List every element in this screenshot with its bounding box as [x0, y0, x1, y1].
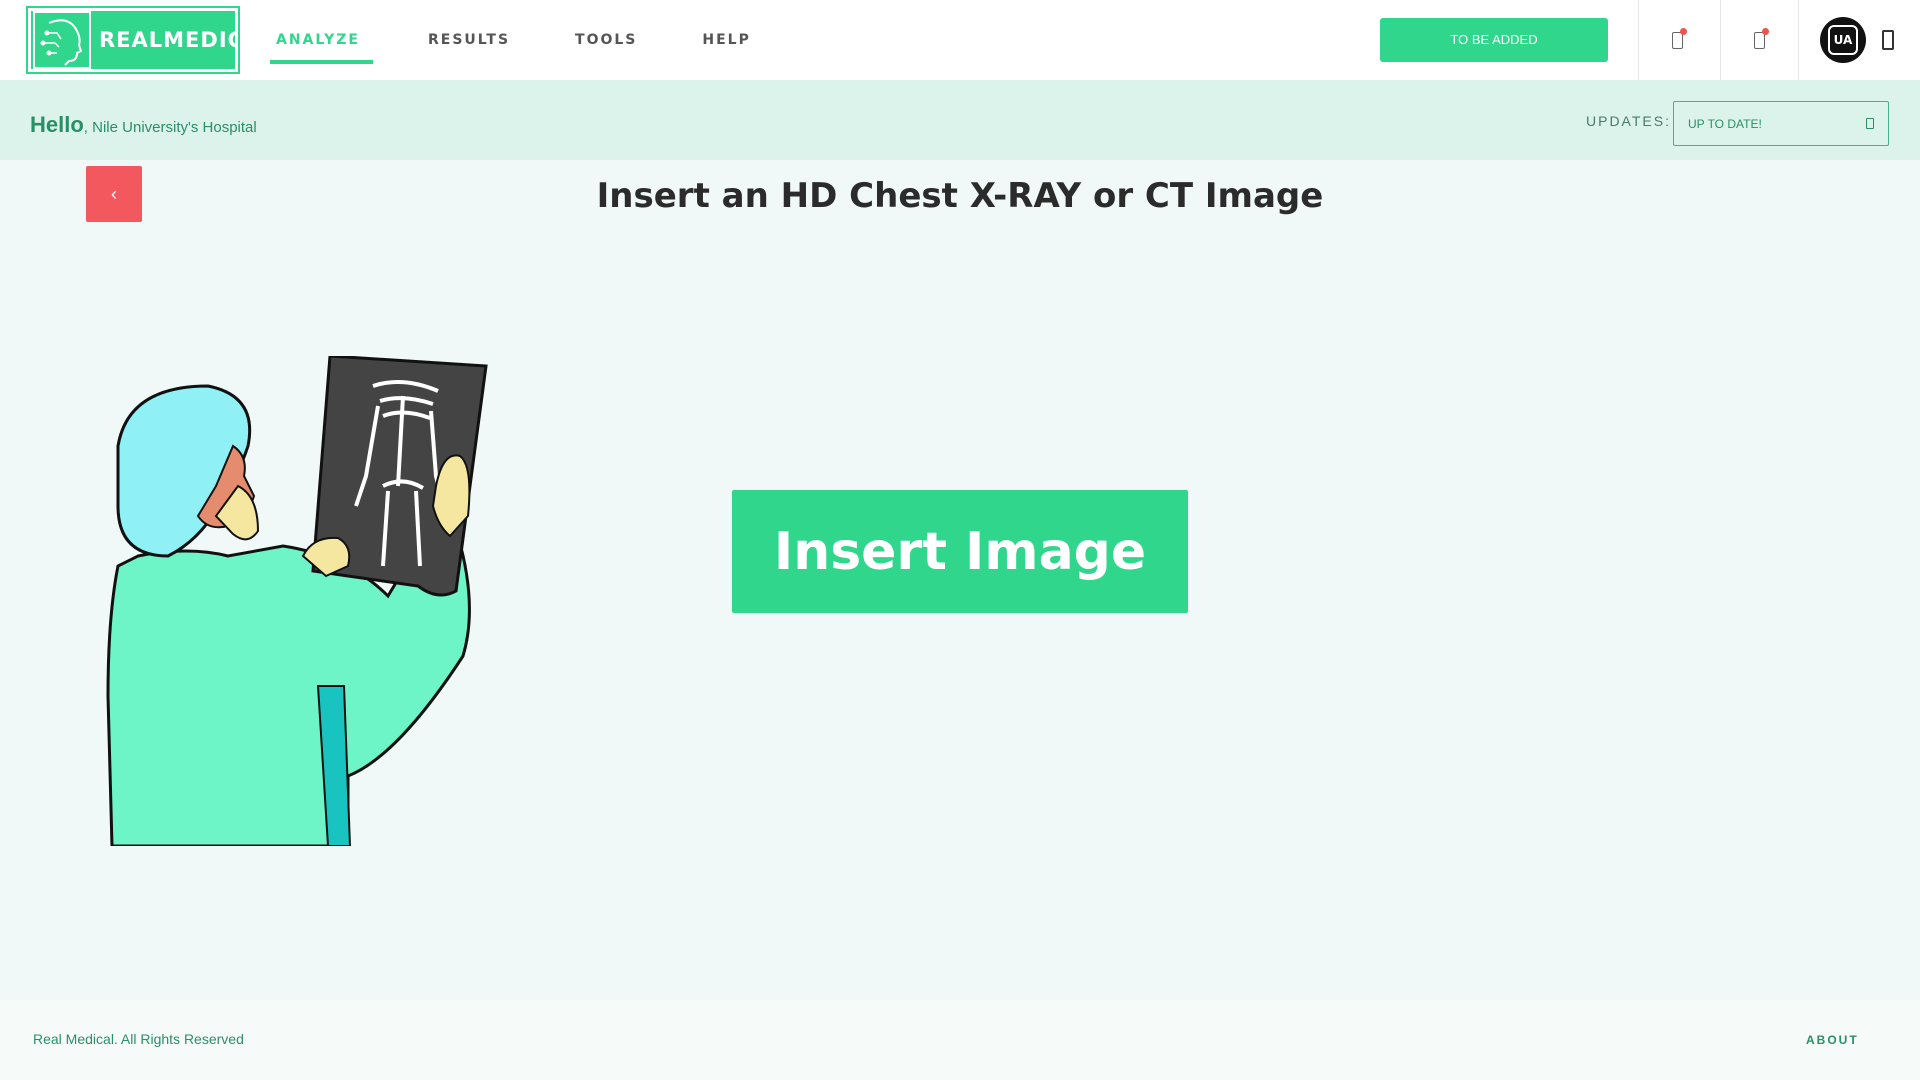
logo-text: REALMEDICAL [99, 28, 276, 52]
doctor-xray-illustration [98, 354, 498, 848]
avatar[interactable]: UA [1820, 17, 1866, 63]
greeting: Hello, Nile University's Hospital [30, 112, 257, 138]
insert-image-button[interactable]: Insert Image [732, 490, 1188, 613]
nav-item-help[interactable]: HELP [692, 0, 760, 64]
messages-dot [1762, 27, 1769, 35]
updates-device-icon [1866, 118, 1874, 129]
avatar-initials: UA [1828, 25, 1858, 55]
nav-item-tools[interactable]: TOOLS [565, 0, 647, 64]
messages-phone-icon [1754, 27, 1769, 49]
hello-word: Hello [30, 112, 84, 137]
nav-item-results[interactable]: RESULTS [418, 0, 520, 64]
notification-phone-icon [1672, 27, 1687, 49]
updates-value: UP TO DATE! [1688, 116, 1762, 131]
page-title: Insert an HD Chest X-RAY or CT Image [596, 176, 1324, 216]
messages-button[interactable] [1720, 0, 1798, 80]
footer-copyright: Real Medical. All Rights Reserved [33, 1031, 244, 1047]
main-nav: ANALYZE RESULTS TOOLS HELP [270, 0, 806, 80]
to-be-added-button[interactable]: TO BE ADDED [1380, 18, 1608, 62]
hospital-name: , Nile University's Hospital [83, 119, 257, 136]
nav-item-analyze[interactable]: ANALYZE [270, 0, 373, 64]
brain-head-logo-icon [33, 11, 91, 69]
device-menu-icon[interactable] [1882, 30, 1894, 50]
top-navbar: REALMEDICAL ANALYZE RESULTS TOOLS HELP T… [0, 0, 1920, 80]
updates-status-field[interactable]: UP TO DATE! [1673, 101, 1889, 146]
notification-button[interactable] [1638, 0, 1716, 80]
footer-about-link[interactable]: ABOUT [1806, 1033, 1859, 1047]
realmedical-logo[interactable]: REALMEDICAL [26, 6, 275, 74]
footer [0, 1000, 1920, 1080]
notification-dot [1680, 27, 1687, 35]
updates-label: UPDATES: [1586, 113, 1671, 129]
